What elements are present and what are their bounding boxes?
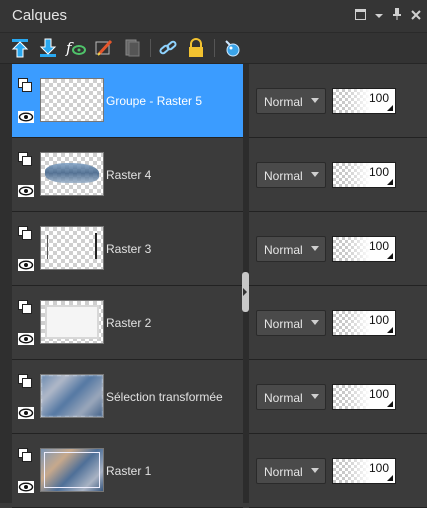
mask-icon[interactable] xyxy=(121,37,143,59)
layer-thumbnail xyxy=(40,300,104,344)
chevron-down-icon xyxy=(311,468,319,473)
layer-properties: Normal 100 xyxy=(249,286,427,360)
layer-thumbnail xyxy=(40,152,104,196)
opacity-corner-icon xyxy=(387,327,393,333)
visibility-eye-icon[interactable] xyxy=(18,184,34,197)
close-icon[interactable] xyxy=(411,9,421,23)
layer-type-icon xyxy=(18,448,32,462)
chevron-down-icon xyxy=(311,98,319,103)
layer-type-icon xyxy=(18,152,32,166)
opacity-corner-icon xyxy=(387,401,393,407)
blend-mode-label: Normal xyxy=(264,95,303,109)
link-icon[interactable] xyxy=(157,37,179,59)
layer-info[interactable]: Sélection transformée xyxy=(12,360,243,434)
blend-mode-label: Normal xyxy=(264,243,303,257)
restore-icon[interactable] xyxy=(355,8,366,23)
blend-mode-label: Normal xyxy=(264,465,303,479)
opacity-slider[interactable]: 100 xyxy=(332,458,396,484)
layer-info[interactable]: Groupe - Raster 5 xyxy=(12,64,243,138)
layer-row[interactable]: Raster 3 Normal 100 xyxy=(12,212,427,286)
chevron-down-icon xyxy=(311,172,319,177)
layer-type-icon xyxy=(18,374,32,388)
opacity-corner-icon xyxy=(387,179,393,185)
visibility-eye-icon[interactable] xyxy=(18,110,34,123)
panel-title: Calques xyxy=(12,7,68,24)
layer-properties: Normal 100 xyxy=(249,360,427,434)
opacity-corner-icon xyxy=(387,475,393,481)
layer-row[interactable]: Sélection transformée Normal 100 xyxy=(12,360,427,434)
blend-mode-dropdown[interactable]: Normal xyxy=(256,162,326,188)
opacity-value: 100 xyxy=(368,387,389,401)
layer-info[interactable]: Raster 1 xyxy=(12,434,243,508)
opacity-corner-icon xyxy=(387,105,393,111)
layers-list: Groupe - Raster 5 Normal 100 Raster 4 No… xyxy=(0,64,427,508)
layer-name: Groupe - Raster 5 xyxy=(106,94,203,108)
layer-row[interactable]: Raster 4 Normal 100 xyxy=(12,138,427,212)
opacity-slider[interactable]: 100 xyxy=(332,236,396,262)
layer-type-icon xyxy=(18,300,32,314)
opacity-value: 100 xyxy=(368,239,389,253)
blend-mode-dropdown[interactable]: Normal xyxy=(256,88,326,114)
pin-icon[interactable] xyxy=(392,8,402,23)
panel-titlebar: Calques xyxy=(0,0,427,33)
opacity-value: 100 xyxy=(368,91,389,105)
layer-info[interactable]: Raster 4 xyxy=(12,138,243,212)
opacity-slider[interactable]: 100 xyxy=(332,88,396,114)
chevron-down-icon xyxy=(311,246,319,251)
highlight-icon[interactable] xyxy=(221,37,243,59)
layers-toolbar: f xyxy=(0,33,427,64)
layer-type-icon xyxy=(18,226,32,240)
layer-properties: Normal 100 xyxy=(249,212,427,286)
chevron-down-icon xyxy=(311,394,319,399)
layer-name: Raster 2 xyxy=(106,316,152,330)
layer-name: Raster 3 xyxy=(106,242,152,256)
opacity-corner-icon xyxy=(387,253,393,259)
blend-mode-dropdown[interactable]: Normal xyxy=(256,458,326,484)
layer-thumbnail xyxy=(40,448,104,492)
layer-name: Raster 1 xyxy=(106,464,152,478)
opacity-slider[interactable]: 100 xyxy=(332,310,396,336)
layers-gutter xyxy=(0,64,12,503)
layer-thumbnail xyxy=(40,226,104,270)
blend-mode-label: Normal xyxy=(264,391,303,405)
blend-mode-label: Normal xyxy=(264,169,303,183)
layer-thumbnail xyxy=(40,374,104,418)
layer-row[interactable]: Raster 1 Normal 100 xyxy=(12,434,427,508)
panel-splitter-handle[interactable] xyxy=(242,272,249,312)
blend-mode-dropdown[interactable]: Normal xyxy=(256,384,326,410)
blend-mode-dropdown[interactable]: Normal xyxy=(256,236,326,262)
layer-name: Raster 4 xyxy=(106,168,152,182)
layer-row[interactable]: Raster 2 Normal 100 xyxy=(12,286,427,360)
layer-info[interactable]: Raster 2 xyxy=(12,286,243,360)
visibility-eye-icon[interactable] xyxy=(18,332,34,345)
visibility-eye-icon[interactable] xyxy=(18,406,34,419)
edit-layer-icon[interactable] xyxy=(93,37,115,59)
effects-fx-icon[interactable]: f xyxy=(65,37,87,59)
blend-mode-label: Normal xyxy=(264,317,303,331)
opacity-value: 100 xyxy=(368,165,389,179)
blend-mode-dropdown[interactable]: Normal xyxy=(256,310,326,336)
move-layer-up-icon[interactable] xyxy=(9,37,31,59)
layer-type-icon xyxy=(18,78,32,92)
opacity-value: 100 xyxy=(368,461,389,475)
layer-row[interactable]: Groupe - Raster 5 Normal 100 xyxy=(12,64,427,138)
opacity-value: 100 xyxy=(368,313,389,327)
visibility-eye-icon[interactable] xyxy=(18,258,34,271)
lock-icon[interactable] xyxy=(185,37,207,59)
move-layer-down-icon[interactable] xyxy=(37,37,59,59)
visibility-eye-icon[interactable] xyxy=(18,480,34,493)
layer-thumbnail xyxy=(40,78,104,122)
window-controls xyxy=(355,8,421,23)
opacity-slider[interactable]: 100 xyxy=(332,384,396,410)
layer-properties: Normal 100 xyxy=(249,434,427,508)
layer-info[interactable]: Raster 3 xyxy=(12,212,243,286)
opacity-slider[interactable]: 100 xyxy=(332,162,396,188)
dropdown-icon[interactable] xyxy=(375,9,383,23)
chevron-down-icon xyxy=(311,320,319,325)
layer-properties: Normal 100 xyxy=(249,138,427,212)
layer-name: Sélection transformée xyxy=(106,390,223,404)
layer-properties: Normal 100 xyxy=(249,64,427,138)
